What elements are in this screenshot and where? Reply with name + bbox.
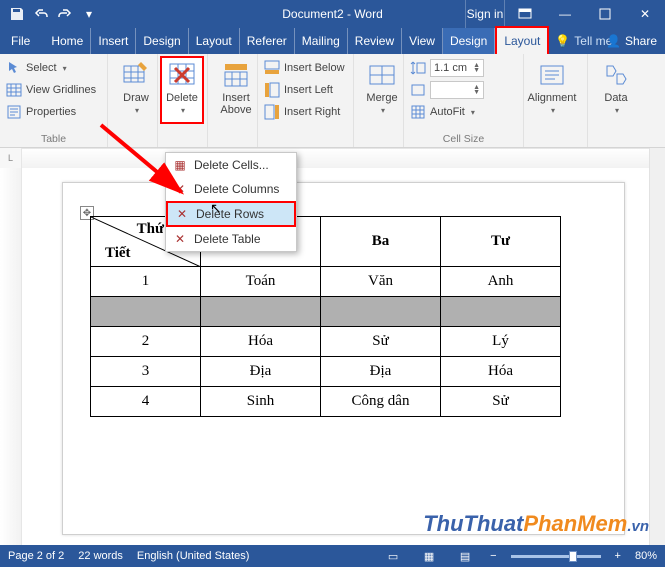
tab-insert[interactable]: Insert [91, 28, 136, 54]
insert-left-button[interactable]: Insert Left [264, 80, 347, 100]
qat-more-icon[interactable]: ▾ [78, 3, 100, 25]
grid-icon [6, 82, 22, 98]
table-row[interactable]: 2HóaSửLý [91, 327, 561, 357]
cursor-icon [6, 60, 22, 76]
title-bar: ▾ Document2 - Word Sign in ― ✕ [0, 0, 665, 28]
read-mode-icon[interactable]: ▭ [382, 550, 404, 563]
word-count[interactable]: 22 words [78, 550, 123, 562]
delete-table-menu-icon: ✕ [172, 232, 188, 246]
autofit-icon [410, 104, 426, 120]
zoom-level[interactable]: 80% [635, 550, 657, 562]
group-title-cellsize: Cell Size [410, 131, 517, 145]
insert-above-button[interactable]: InsertAbove [214, 58, 258, 126]
delete-table-item[interactable]: ✕Delete Table [166, 227, 296, 251]
mouse-cursor-icon: ↖ [210, 200, 222, 217]
zoom-slider[interactable] [511, 555, 601, 558]
tab-table-layout[interactable]: Layout [495, 26, 549, 54]
ribbon-display-icon[interactable] [505, 0, 545, 28]
insert-below-button[interactable]: Insert Below [264, 58, 347, 78]
share-button[interactable]: 👤Share [606, 34, 657, 48]
tab-mailings[interactable]: Mailing [295, 28, 348, 54]
tab-selector[interactable]: L [0, 148, 22, 168]
undo-icon[interactable] [30, 3, 52, 25]
tab-file[interactable]: File [4, 28, 44, 54]
alignment-button[interactable]: Alignment [530, 58, 574, 126]
insert-left-icon [264, 82, 280, 98]
sign-in-button[interactable]: Sign in [465, 0, 505, 28]
table-row[interactable]: 4SinhCông dânSử [91, 387, 561, 417]
height-icon [410, 60, 426, 76]
table-cell[interactable]: Tư [441, 217, 561, 267]
view-gridlines-button[interactable]: View Gridlines [6, 80, 101, 100]
data-icon [601, 60, 631, 90]
table-cell[interactable]: Ba [321, 217, 441, 267]
row-height-field[interactable]: 1.1 cm▲▼ [410, 58, 517, 78]
close-button[interactable]: ✕ [625, 0, 665, 28]
table-row[interactable]: 1ToánVănAnh [91, 267, 561, 297]
select-button[interactable]: Select [6, 58, 101, 78]
lightbulb-icon: 💡 [555, 34, 570, 48]
vertical-ruler[interactable] [0, 168, 22, 545]
print-layout-icon[interactable]: ▦ [418, 550, 440, 563]
vertical-scrollbar[interactable] [649, 148, 665, 545]
tab-references[interactable]: Referer [240, 28, 295, 54]
tab-review[interactable]: Review [348, 28, 402, 54]
ribbon-tabs: File Home Insert Design Layout Referer M… [0, 28, 665, 54]
page-indicator[interactable]: Page 2 of 2 [8, 550, 64, 562]
zoom-in-button[interactable]: + [615, 550, 621, 562]
window-title: Document2 - Word [282, 7, 382, 21]
delete-table-icon [167, 60, 197, 90]
properties-icon [6, 104, 22, 120]
document-area[interactable]: ✥ Thứ Tiết Hai Ba Tư 1ToánVănAnh 2HóaSửL… [22, 168, 665, 545]
tab-view[interactable]: View [402, 28, 443, 54]
alignment-icon [537, 60, 567, 90]
insert-right-icon [264, 104, 280, 120]
insert-below-icon [264, 60, 280, 76]
delete-button[interactable]: Delete [160, 56, 204, 124]
tab-table-design[interactable]: Design [443, 28, 495, 54]
tab-home[interactable]: Home [44, 28, 91, 54]
zoom-out-button[interactable]: − [490, 550, 496, 562]
save-icon[interactable] [6, 3, 28, 25]
tab-design[interactable]: Design [136, 28, 188, 54]
properties-button[interactable]: Properties [6, 102, 101, 122]
language-indicator[interactable]: English (United States) [137, 550, 250, 562]
draw-table-icon [121, 60, 151, 90]
table-row[interactable]: 3ĐịaĐịaHóa [91, 357, 561, 387]
redo-icon[interactable] [54, 3, 76, 25]
status-bar: Page 2 of 2 22 words English (United Sta… [0, 545, 665, 567]
table-row[interactable]: Thứ Tiết Hai Ba Tư [91, 217, 561, 267]
maximize-button[interactable] [585, 0, 625, 28]
workspace: ✥ Thứ Tiết Hai Ba Tư 1ToánVănAnh 2HóaSửL… [0, 168, 665, 545]
width-icon [410, 82, 426, 98]
web-layout-icon[interactable]: ▤ [454, 550, 476, 563]
merge-button[interactable]: Merge [360, 58, 404, 126]
merge-cells-icon [367, 60, 397, 90]
autofit-button[interactable]: AutoFit [410, 102, 517, 122]
insert-above-icon [221, 60, 251, 90]
data-button[interactable]: Data [594, 58, 638, 126]
tab-layout[interactable]: Layout [189, 28, 240, 54]
insert-right-button[interactable]: Insert Right [264, 102, 347, 122]
share-icon: 👤 [606, 34, 621, 48]
col-width-field[interactable]: ▲▼ [410, 80, 517, 100]
table-row-selected[interactable] [91, 297, 561, 327]
document-table[interactable]: Thứ Tiết Hai Ba Tư 1ToánVănAnh 2HóaSửLý … [90, 216, 561, 417]
draw-button[interactable]: Draw [114, 58, 158, 126]
watermark: ThuThuatPhanMem.vn [423, 511, 649, 537]
tell-me[interactable]: 💡Tell me [555, 34, 612, 48]
annotation-arrow [86, 120, 216, 220]
minimize-button[interactable]: ― [545, 0, 585, 28]
